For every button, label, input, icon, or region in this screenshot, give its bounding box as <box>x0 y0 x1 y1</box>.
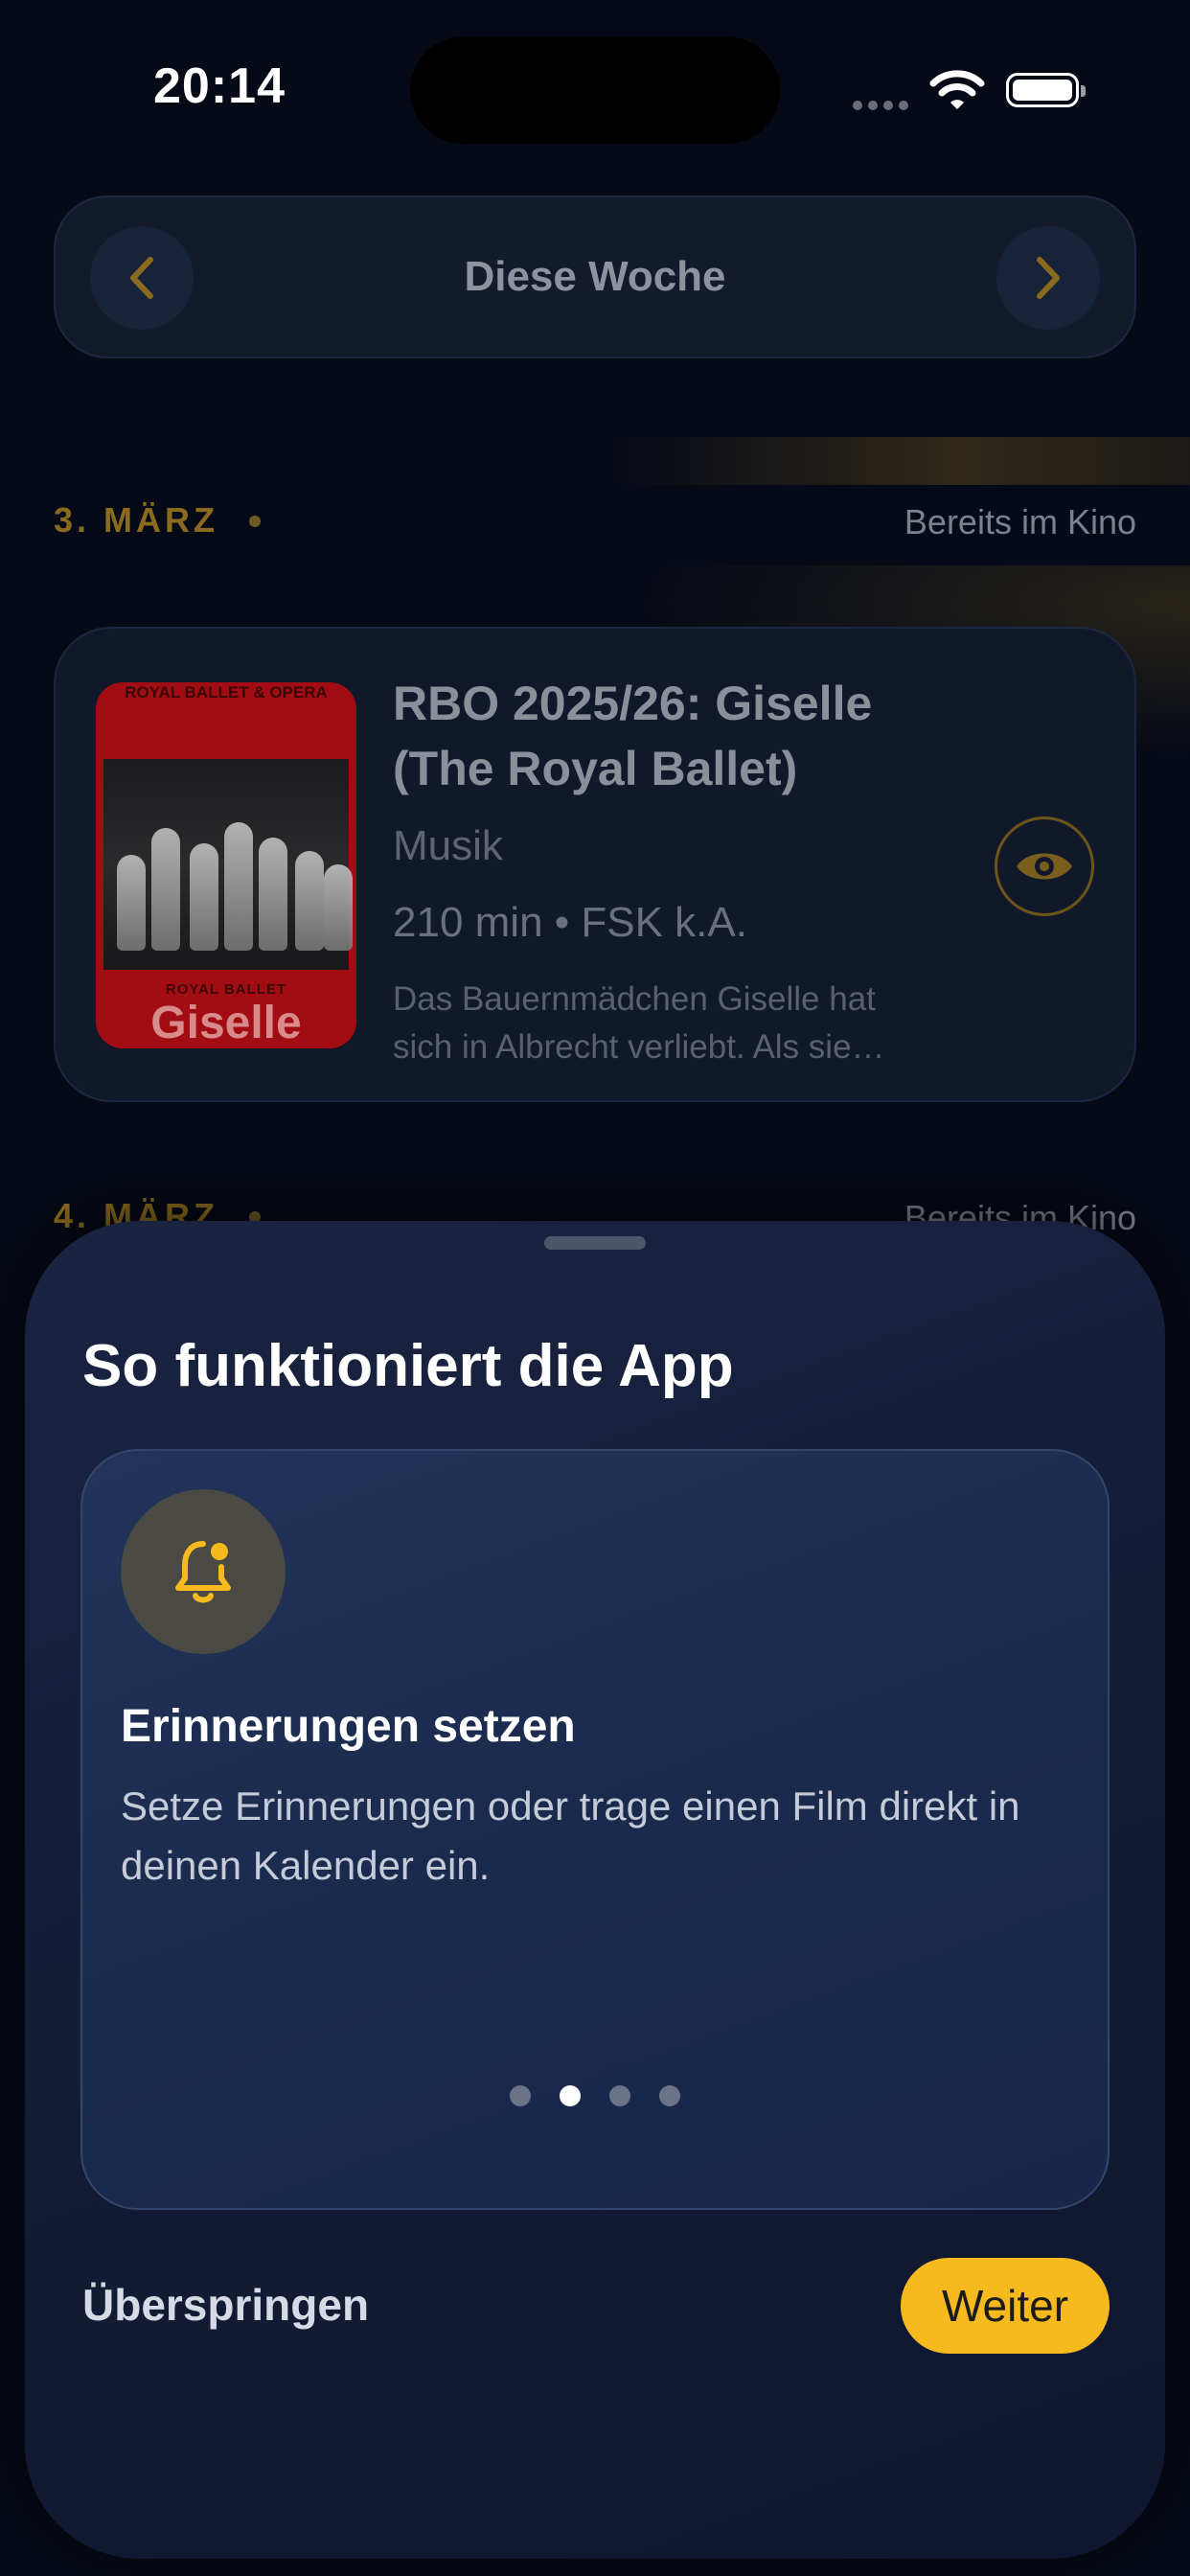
poster-title: Giselle <box>150 998 302 1048</box>
poster-photo <box>103 759 353 970</box>
week-selector: Diese Woche <box>54 196 1136 358</box>
wifi-icon <box>929 69 985 116</box>
week-title: Diese Woche <box>464 253 726 300</box>
feature-heading: Erinnerungen setzen <box>121 1701 576 1752</box>
date-separator-dot <box>249 516 261 527</box>
date-section-header: 3. MÄRZ Bereits im Kino <box>54 500 1136 558</box>
page-dot[interactable] <box>510 2085 531 2106</box>
movie-description-line: Das Bauernmädchen Giselle hat <box>393 980 876 1018</box>
sheet-title: So funktioniert die App <box>82 1333 734 1399</box>
feature-icon-circle <box>121 1489 286 1654</box>
battery-icon <box>1006 73 1086 107</box>
poster-company: ROYAL BALLET <box>165 981 287 998</box>
movie-card[interactable]: ROYAL BALLET & OPERA ROYAL BALLET Gisell… <box>54 627 1136 1102</box>
movie-genre: Musik <box>393 822 503 869</box>
cellular-signal-icon <box>853 98 914 115</box>
sheet-grabber[interactable] <box>544 1236 646 1250</box>
page-dot[interactable] <box>659 2085 680 2106</box>
onboarding-sheet: So funktioniert die App Erinnerungen set… <box>25 1221 1165 2559</box>
page-dot-active[interactable] <box>560 2085 581 2106</box>
skip-button[interactable]: Überspringen <box>82 2279 369 2331</box>
next-button[interactable]: Weiter <box>901 2258 1110 2354</box>
movie-runtime-rating: 210 min • FSK k.A. <box>393 899 747 946</box>
movie-poster: ROYAL BALLET & OPERA ROYAL BALLET Gisell… <box>96 682 356 1048</box>
page-indicator[interactable] <box>82 2085 1108 2106</box>
movie-title: RBO 2025/26: Giselle (The Royal Ballet) <box>393 677 873 795</box>
feature-description: Setze Erinnerungen oder trage einen Film… <box>121 1783 1020 1888</box>
movie-description: Das Bauernmädchen Giselle hat sich in Al… <box>393 976 987 1071</box>
eye-icon <box>1017 853 1072 880</box>
bell-icon <box>175 1541 231 1603</box>
page-dot[interactable] <box>609 2085 630 2106</box>
release-status: Bereits im Kino <box>904 502 1136 541</box>
date-label: 3. MÄRZ <box>54 500 218 540</box>
dynamic-island <box>410 36 780 144</box>
chevron-right-icon <box>1037 257 1060 299</box>
highlight-glow <box>613 437 1190 485</box>
movie-description-line: sich in Albrecht verliebt. Als sie… <box>393 1028 885 1066</box>
watchlist-button[interactable] <box>995 816 1094 916</box>
feature-card[interactable]: Erinnerungen setzen Setze Erinnerungen o… <box>80 1449 1110 2210</box>
next-week-button[interactable] <box>996 226 1100 330</box>
poster-header-text: ROYAL BALLET & OPERA <box>125 683 328 702</box>
status-time: 20:14 <box>153 58 286 114</box>
